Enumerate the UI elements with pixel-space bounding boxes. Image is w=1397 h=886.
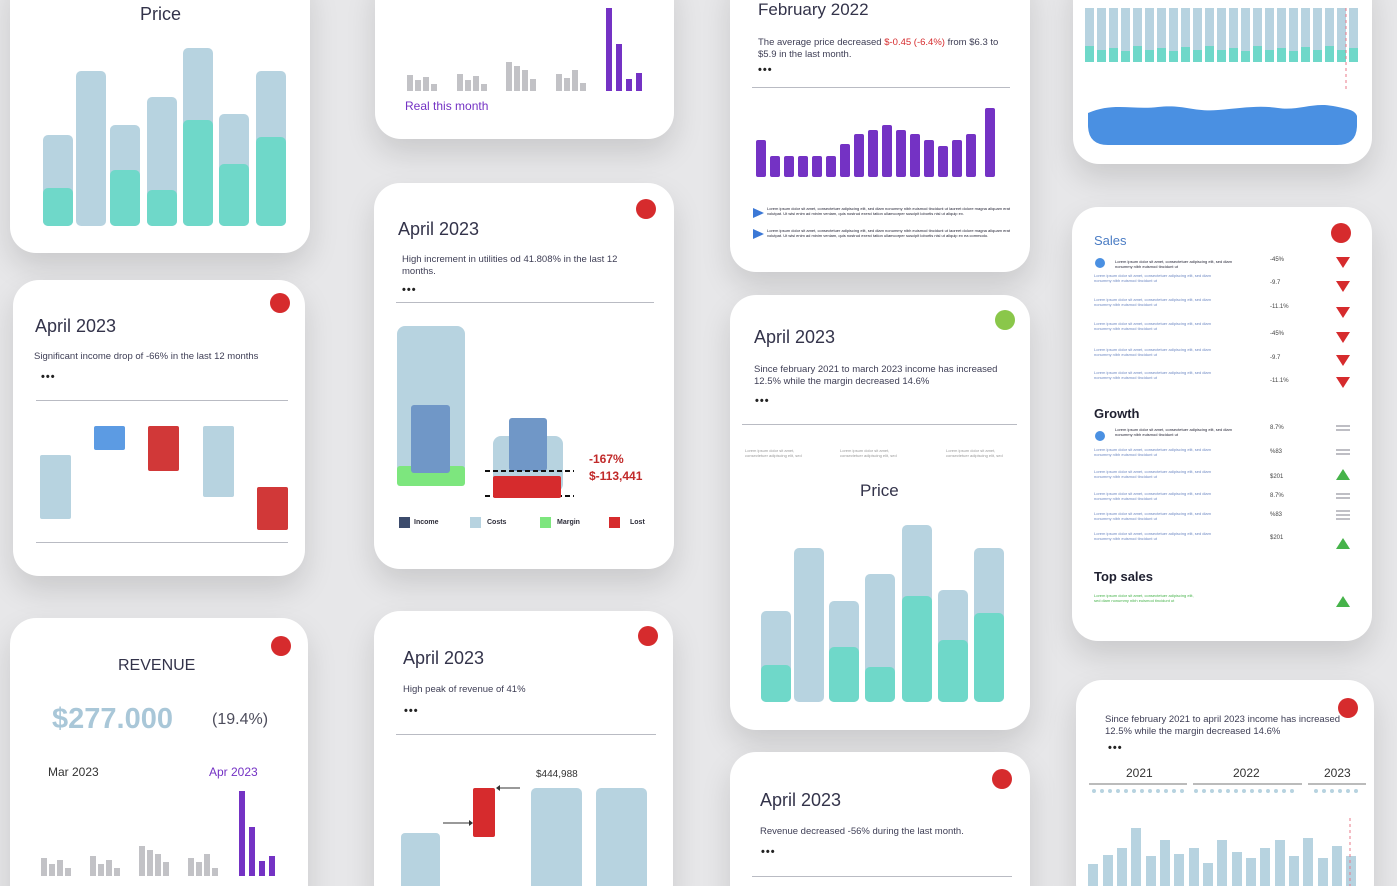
income-drop-divider-bottom bbox=[36, 542, 288, 543]
area-chart-card bbox=[1073, 0, 1372, 164]
february-note-2: Lorem ipsum dolor sit amet, consectetuer… bbox=[767, 228, 1011, 238]
sales-growth-card: Sales Lorem ipsum dolor sit amet, consec… bbox=[1072, 207, 1372, 641]
revenue-decrease-title: April 2023 bbox=[760, 790, 842, 810]
list-item-value: -9.7 bbox=[1270, 355, 1281, 361]
area-chart-bars bbox=[1085, 8, 1358, 62]
list-item-value: -45% bbox=[1270, 257, 1285, 263]
yearly-bar-chart bbox=[1088, 783, 1366, 886]
price-bars bbox=[43, 48, 286, 226]
real-month-label: Real this month bbox=[405, 99, 489, 113]
utilities-chart bbox=[397, 326, 620, 528]
income-drop-chart bbox=[40, 426, 288, 530]
list-item: Lorem ipsum dolor sit amet, consectetuer… bbox=[1094, 531, 1211, 541]
top-sales-title: Top sales bbox=[1094, 569, 1154, 584]
revenue-decrease-desc: Revenue decreased -56% during the last m… bbox=[760, 826, 964, 837]
list-item-value: $201 bbox=[1270, 474, 1284, 480]
list-item-value: %83 bbox=[1270, 512, 1283, 518]
revenue-decrease-card: April 2023 Revenue decreased -56% during… bbox=[730, 752, 1030, 886]
list-item-value: -9.7 bbox=[1270, 280, 1281, 286]
list-item: Lorem ipsum dolor sit amet, consectetuer… bbox=[1094, 347, 1211, 357]
list-item-value: $201 bbox=[1270, 535, 1284, 541]
list-item: Lorem ipsum dolor sit amet, consectetuer… bbox=[1094, 321, 1211, 331]
peak-revenue-card: April 2023 High peak of revenue of 41% •… bbox=[374, 611, 673, 886]
list-item-value: 8.7% bbox=[1270, 493, 1284, 499]
list-item: Lorem ipsum dolor sit amet, consectetuer… bbox=[1094, 273, 1211, 283]
legend-lost: Lost bbox=[630, 519, 645, 526]
alert-dot[interactable] bbox=[992, 769, 1012, 789]
list-item: Lorem ipsum dolor sit amet, consectetuer… bbox=[1094, 469, 1211, 479]
income-growth-card: April 2023 Since february 2021 to march … bbox=[730, 295, 1030, 730]
list-item-value: 8.7% bbox=[1270, 425, 1284, 431]
revenue-decrease-more-dots[interactable]: ••• bbox=[761, 846, 776, 859]
real-month-bars bbox=[407, 8, 642, 91]
utilities-amount: $-113,441 bbox=[589, 469, 643, 483]
utilities-card: April 2023 High increment in utilities o… bbox=[374, 183, 674, 569]
area-chart bbox=[1085, 8, 1358, 145]
yearly-income-card: Since february 2021 to april 2023 income… bbox=[1076, 680, 1374, 886]
list-item-value: %83 bbox=[1270, 449, 1283, 455]
income-drop-card: April 2023 Significant income drop of -6… bbox=[13, 280, 305, 576]
list-item: Lorem ipsum dolor sit amet, consectetuer… bbox=[1094, 370, 1211, 380]
list-item: Lorem ipsum dolor sit amet, consectetuer… bbox=[1094, 297, 1211, 307]
legend-margin: Margin bbox=[557, 519, 580, 526]
legend-costs: Costs bbox=[487, 519, 507, 526]
real-month-card: Real this month bbox=[375, 0, 674, 139]
income-growth-bar-chart bbox=[761, 525, 1004, 702]
revenue-bars bbox=[41, 791, 275, 876]
top-sales-item: Lorem ipsum dolor sit amet, consectetuer… bbox=[1094, 593, 1194, 603]
revenue-card: REVENUE $277.000 (19.4%) Mar 2023 Apr 20… bbox=[10, 618, 308, 886]
list-item-value: -45% bbox=[1270, 331, 1285, 337]
list-item-value: -11.1% bbox=[1270, 378, 1289, 384]
list-item: Lorem ipsum dolor sit amet, consectetuer… bbox=[1094, 511, 1211, 521]
list-item: Lorem ipsum dolor sit amet, consectetuer… bbox=[1094, 447, 1211, 457]
price-card-top: Price bbox=[10, 0, 310, 253]
february-2022-card: February 2022 The average price decrease… bbox=[730, 0, 1030, 272]
list-item-value: -11.1% bbox=[1270, 304, 1289, 310]
utilities-pct: -167% bbox=[589, 452, 624, 466]
list-item: Lorem ipsum dolor sit amet, consectetuer… bbox=[1115, 259, 1232, 269]
february-note-1: Lorem ipsum dolor sit amet, consectetuer… bbox=[767, 206, 1011, 216]
revenue-decrease-divider bbox=[752, 876, 1012, 877]
list-item: Lorem ipsum dolor sit amet, consectetuer… bbox=[1094, 491, 1211, 501]
peak-chart bbox=[401, 785, 647, 886]
list-item: Lorem ipsum dolor sit amet, consectetuer… bbox=[1115, 427, 1232, 437]
price-bar-chart bbox=[43, 48, 286, 226]
growth-title: Growth bbox=[1094, 406, 1140, 421]
legend-income: Income bbox=[414, 519, 439, 526]
